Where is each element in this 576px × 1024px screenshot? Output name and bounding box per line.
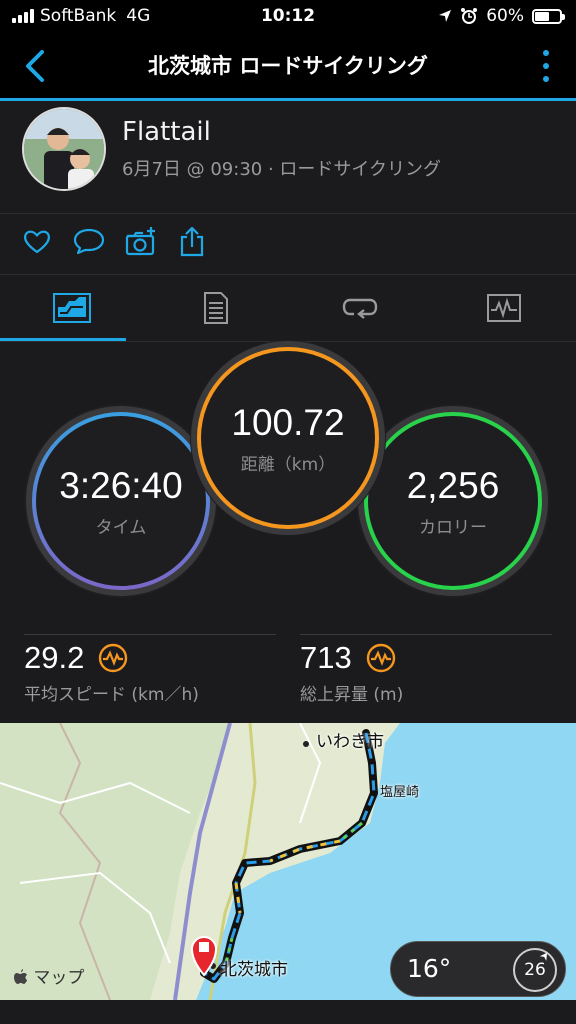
more-dot-icon [543, 50, 549, 56]
location-arrow-icon [439, 10, 452, 22]
tab-graph[interactable] [432, 275, 576, 341]
tab-summary[interactable] [0, 275, 144, 341]
calories-label: カロリー [419, 517, 487, 538]
distance-label: 距離（km） [240, 454, 336, 475]
stats-panel: 3:26:40 タイム 2,256 カロリー 100.72 距離（km） 29.… [0, 340, 576, 723]
weather-widget[interactable]: 16° 26 [390, 941, 566, 997]
map-label-kitaibaraki: 北茨城市 [220, 960, 288, 980]
share-icon [180, 226, 204, 257]
insight-badge-icon[interactable] [366, 643, 396, 673]
distance-value: 100.72 [231, 401, 345, 443]
route-map[interactable]: いわき市 塩屋崎 北茨城市 マップ 16° 26 [0, 723, 576, 1000]
tab-details[interactable] [144, 275, 288, 341]
bottom-bar [0, 1000, 576, 1024]
calories-value: 2,256 [406, 464, 500, 506]
tab-laps[interactable] [288, 275, 432, 341]
time-label: タイム [95, 517, 147, 538]
details-list-icon [204, 292, 228, 324]
page-title: 北茨城市 ロードサイクリング [148, 54, 428, 78]
time-value: 3:26:40 [59, 464, 183, 506]
wind-direction-icon [539, 952, 548, 961]
heart-icon [24, 230, 50, 254]
battery-percent: 60% [486, 6, 524, 26]
camera-plus-icon [125, 227, 155, 256]
battery-fill [535, 11, 550, 21]
avatar[interactable] [22, 107, 106, 191]
alarm-icon [461, 8, 478, 24]
add-photo-button[interactable] [124, 226, 158, 260]
apple-maps-logo: マップ [14, 963, 84, 988]
laps-icon [342, 298, 378, 319]
chevron-left-icon [26, 50, 44, 82]
battery-icon [532, 8, 565, 24]
apple-logo-icon [14, 969, 27, 984]
time-stat-circle: 3:26:40 タイム [24, 404, 218, 598]
map-label-shioyazaki: 塩屋崎 [380, 785, 420, 800]
wind-indicator: 26 [513, 948, 557, 992]
activity-header: Flattail 6月7日 @ 09:30 · ロードサイクリング [0, 101, 576, 213]
more-dot-icon [543, 63, 549, 69]
back-button[interactable] [16, 46, 56, 86]
action-bar [0, 214, 576, 274]
insight-badge-icon[interactable] [98, 643, 128, 673]
avatar-photo [24, 109, 104, 189]
maps-label: マップ [33, 968, 85, 988]
share-button[interactable] [178, 226, 212, 260]
activity-meta: 6月7日 @ 09:30 · ロードサイクリング [122, 159, 442, 180]
like-button[interactable] [22, 226, 56, 260]
divider [24, 634, 276, 635]
graph-icon [487, 294, 521, 322]
comment-button[interactable] [72, 226, 106, 260]
status-right: 60% [438, 6, 565, 26]
comment-icon [73, 228, 105, 255]
avg-speed-value: 29.2 [24, 640, 85, 675]
distance-stat-circle: 100.72 距離（km） [190, 340, 386, 536]
elevation-metric: 713 総上昇量 (m) [300, 634, 552, 705]
navigation-bar: 北茨城市 ロードサイクリング [0, 34, 576, 98]
divider [300, 634, 552, 635]
map-label-iwaki: いわき市 [316, 732, 384, 752]
avg-speed-label: 平均スピード (km／h) [24, 685, 199, 705]
elevation-value: 713 [300, 640, 352, 675]
more-dot-icon [543, 76, 549, 82]
tab-bar [0, 275, 576, 341]
athlete-name[interactable]: Flattail [122, 117, 211, 147]
summary-chart-icon [53, 293, 91, 323]
more-menu-button[interactable] [534, 46, 558, 86]
elevation-label: 総上昇量 (m) [300, 685, 404, 705]
temperature-value: 16° [407, 954, 452, 983]
status-bar: SoftBank 4G 10:12 60% [0, 0, 576, 34]
avg-speed-metric: 29.2 平均スピード (km／h) [24, 634, 276, 705]
